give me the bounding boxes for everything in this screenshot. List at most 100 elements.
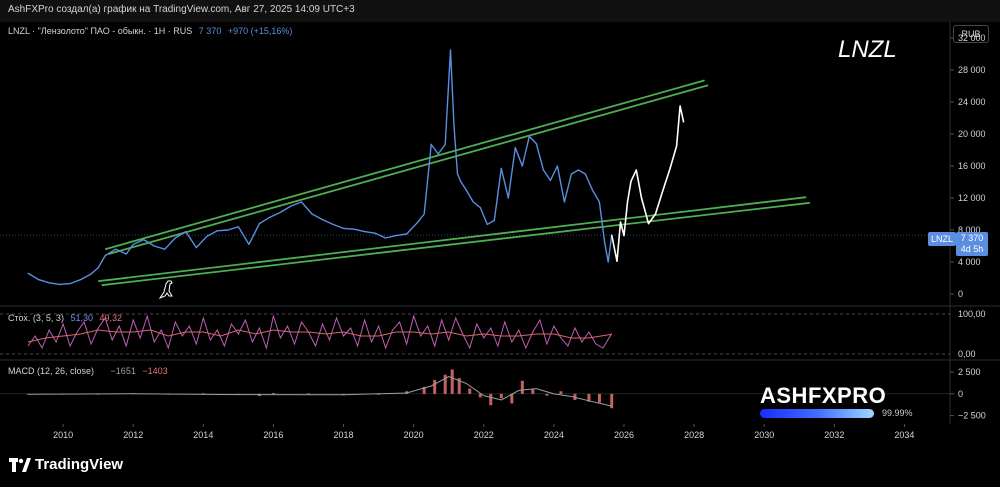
macd-histogram-bar [499, 393, 503, 399]
macd-histogram-bar [545, 393, 549, 396]
price-tick-label: 0 [958, 289, 963, 299]
macd-tick-label: −2 500 [958, 411, 986, 421]
price-point [227, 229, 229, 231]
time-tick-label: 2014 [193, 430, 213, 440]
price-point [444, 143, 446, 145]
price-point [430, 143, 432, 145]
macd-histogram-bar [597, 393, 601, 403]
price-point [598, 201, 601, 203]
price-point [363, 231, 366, 233]
price-point [132, 243, 134, 245]
price-point [237, 226, 239, 228]
tradingview-logo-icon[interactable] [9, 458, 31, 472]
price-point [206, 235, 208, 237]
price-point [125, 253, 127, 255]
channel-upper-line [108, 84, 709, 255]
price-point [549, 179, 551, 181]
projection-point [654, 213, 657, 215]
projection-point [647, 223, 650, 225]
macd-signal-value: −1403 [142, 366, 168, 376]
price-point [269, 216, 271, 218]
stoch-legend: Стох. (3, 5, 3) 51,30 49,32 [8, 313, 122, 323]
projection-point [668, 169, 671, 171]
price-point [80, 279, 82, 281]
price-point [486, 223, 488, 225]
price-point [248, 243, 250, 245]
macd-histogram-bar [450, 369, 454, 394]
brand-progress-bar [760, 409, 874, 418]
macd-histogram-bar [433, 379, 437, 394]
price-tick-label: 28 000 [958, 65, 986, 75]
price-point [423, 213, 425, 215]
stoch-tick-label: 100,00 [958, 309, 986, 319]
price-point [27, 272, 29, 274]
currency-button[interactable]: RUB [953, 25, 989, 43]
brand-name: ASHFXPRO [760, 383, 887, 408]
price-point [185, 231, 187, 233]
time-tick-label: 2018 [334, 430, 354, 440]
price-point [500, 167, 502, 169]
dinosaur-icon [158, 280, 173, 300]
projection-point [640, 197, 643, 199]
time-tick-label: 2016 [263, 430, 283, 440]
projection-point [635, 169, 637, 171]
time-tick-label: 2034 [894, 430, 914, 440]
price-point [164, 248, 166, 250]
price-point [216, 230, 218, 232]
projection-series-line [610, 105, 685, 263]
price-point [97, 267, 99, 269]
macd-title: MACD (12, 26, close) [8, 366, 95, 376]
macd-legend: MACD (12, 26, close) −1651 −1403 [8, 366, 168, 376]
projection-point [630, 180, 632, 182]
price-point [332, 223, 334, 225]
stoch-tick-label: 0,00 [958, 349, 976, 359]
price-point [465, 189, 467, 191]
price-point [563, 201, 565, 203]
price-tick-label: 16 000 [958, 161, 986, 171]
macd-histogram-bar [489, 393, 493, 406]
price-point [195, 247, 197, 249]
price-tick-label: 4 000 [958, 257, 981, 267]
price-point [353, 228, 355, 230]
time-tick-label: 2022 [474, 430, 494, 440]
macd-tick-label: 0 [958, 389, 963, 399]
price-point [143, 239, 145, 241]
projection-point [675, 145, 678, 147]
projection-point [626, 201, 629, 203]
chart-caption: AshFXPro создал(а) график на TradingView… [8, 4, 355, 15]
projection-point [611, 234, 613, 236]
channel-upper-line [104, 79, 705, 251]
time-tick-label: 2028 [684, 430, 704, 440]
macd-value: −1651 [110, 366, 136, 376]
price-tick-label: 12 000 [958, 193, 986, 203]
price-point [556, 165, 558, 167]
price-point [591, 189, 594, 191]
price-point [153, 245, 155, 247]
tradingview-logo-text[interactable]: TradingView [35, 456, 123, 473]
time-tick-label: 2012 [123, 430, 143, 440]
price-point [300, 201, 303, 203]
main-title: LNZL · "Лензолото" ПАО - обыкн. · 1Н · R… [8, 26, 193, 36]
price-point [104, 255, 106, 257]
symbol-price-tag: LNZL [928, 232, 956, 246]
macd-histogram-bar [520, 380, 524, 394]
price-point [342, 227, 345, 229]
price-point [604, 242, 606, 244]
main-legend: LNZL · "Лензолото" ПАО - обыкн. · 1Н · R… [8, 26, 292, 36]
price-point [607, 261, 609, 263]
main-change: +970 (+15,16%) [227, 26, 293, 36]
price-point [453, 125, 455, 127]
price-tick-label: 24 000 [958, 97, 986, 107]
price-point [584, 173, 587, 175]
price-point [479, 207, 481, 209]
macd-histogram-bar [559, 391, 563, 394]
projection-point [679, 105, 681, 107]
price-point [493, 219, 495, 221]
projection-point [661, 191, 664, 193]
projection-point [623, 235, 625, 237]
price-point [311, 213, 313, 215]
time-tick-label: 2010 [53, 430, 73, 440]
price-point [279, 211, 282, 213]
price-point [58, 283, 61, 285]
price-point [374, 232, 376, 234]
